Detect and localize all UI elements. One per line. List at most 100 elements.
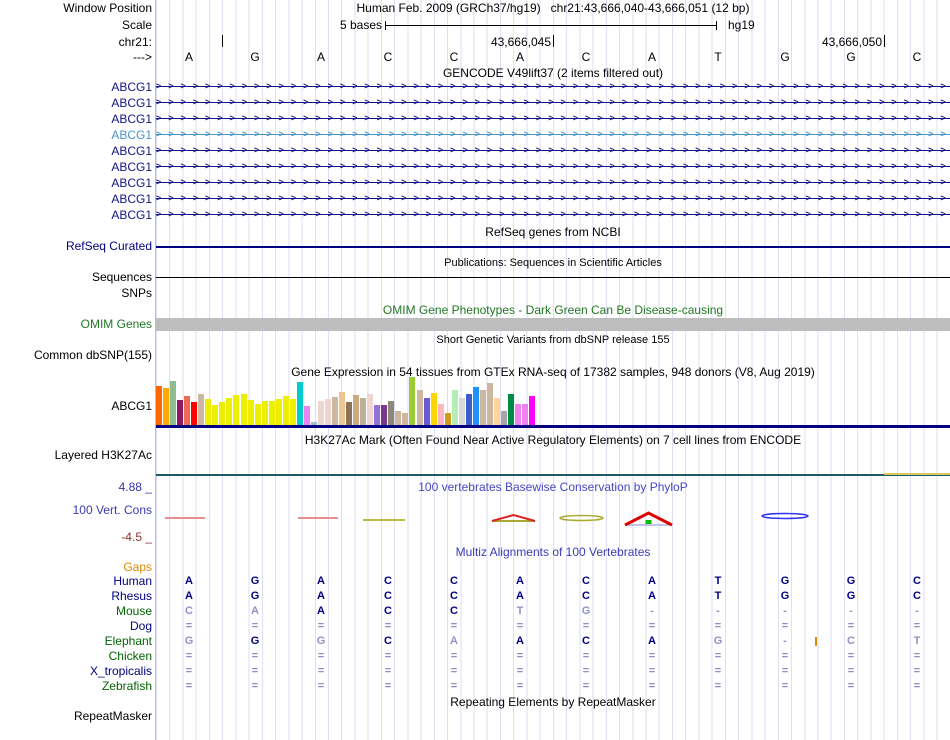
gtex-tissue-bar[interactable] xyxy=(275,399,282,425)
h3k27ac-track-title[interactable]: H3K27Ac Mark (Often Found Near Active Re… xyxy=(156,434,950,447)
gencode-gene-label[interactable]: ABCG1 xyxy=(111,113,152,126)
publications-line[interactable] xyxy=(156,277,950,278)
gtex-tissue-bar[interactable] xyxy=(402,413,409,425)
gencode-track-title[interactable]: GENCODE V49lift37 (2 items filtered out) xyxy=(156,67,950,80)
gtex-tissue-bar[interactable] xyxy=(479,390,486,425)
conservation-track-label[interactable]: 100 Vert. Cons xyxy=(73,504,152,517)
gencode-gene-label[interactable]: ABCG1 xyxy=(111,81,152,94)
gtex-tissue-bar[interactable] xyxy=(219,402,226,425)
gtex-tissue-bar[interactable] xyxy=(198,394,205,425)
gtex-tissue-bar[interactable] xyxy=(388,401,395,425)
gtex-tissue-bar[interactable] xyxy=(360,398,367,425)
gtex-tissue-bar[interactable] xyxy=(515,404,521,425)
snps-label[interactable]: SNPs xyxy=(121,287,152,300)
gtex-tissue-bar[interactable] xyxy=(458,398,465,425)
multiz-species-label[interactable]: Dog xyxy=(130,620,152,633)
gtex-tissue-bar[interactable] xyxy=(465,394,472,425)
layered-h3k27ac-label[interactable]: Layered H3K27Ac xyxy=(55,449,152,462)
refseq-gene-line[interactable] xyxy=(156,246,950,248)
gtex-tissue-bar[interactable] xyxy=(437,404,444,425)
gencode-gene-row[interactable]: >>>>>>>>>>>>>>>>>>>>>>>>>>>>>>>>>>>>>>>>… xyxy=(156,130,950,139)
multiz-species-label[interactable]: Chicken xyxy=(109,650,152,663)
gencode-gene-label[interactable]: ABCG1 xyxy=(111,193,152,206)
gtex-tissue-bar[interactable] xyxy=(346,402,353,425)
gencode-gene-row[interactable]: >>>>>>>>>>>>>>>>>>>>>>>>>>>>>>>>>>>>>>>>… xyxy=(156,98,950,107)
gencode-gene-row[interactable]: >>>>>>>>>>>>>>>>>>>>>>>>>>>>>>>>>>>>>>>>… xyxy=(156,146,950,155)
gtex-tissue-bar[interactable] xyxy=(156,386,162,425)
multiz-track-title[interactable]: Multiz Alignments of 100 Vertebrates xyxy=(156,546,950,559)
gtex-tissue-bar[interactable] xyxy=(423,398,430,425)
gtex-tissue-bar[interactable] xyxy=(416,390,423,425)
conservation-track-title[interactable]: 100 vertebrates Basewise Conservation by… xyxy=(156,481,950,494)
gencode-gene-label[interactable]: ABCG1 xyxy=(111,97,152,110)
repeatmasker-label[interactable]: RepeatMasker xyxy=(74,710,152,723)
gtex-tissue-bar[interactable] xyxy=(261,401,268,425)
gtex-tissue-bar[interactable] xyxy=(205,399,212,425)
publications-track-title[interactable]: Publications: Sequences in Scientific Ar… xyxy=(156,257,950,270)
gtex-tissue-bar[interactable] xyxy=(381,405,388,425)
multiz-species-label[interactable]: Mouse xyxy=(116,605,152,618)
multiz-species-label[interactable]: Elephant xyxy=(105,635,152,648)
gtex-tissue-bar[interactable] xyxy=(451,390,458,425)
gtex-tissue-bar[interactable] xyxy=(508,394,514,425)
gtex-tissue-bar[interactable] xyxy=(226,398,233,425)
gtex-tissue-bar[interactable] xyxy=(240,394,247,425)
gtex-tissue-bar[interactable] xyxy=(317,401,324,425)
gtex-tissue-bar[interactable] xyxy=(191,402,198,425)
gtex-tissue-bar[interactable] xyxy=(184,396,191,425)
gtex-tissue-bar[interactable] xyxy=(486,383,493,425)
gencode-gene-row[interactable]: >>>>>>>>>>>>>>>>>>>>>>>>>>>>>>>>>>>>>>>>… xyxy=(156,194,950,203)
gtex-tissue-bar[interactable] xyxy=(177,400,184,425)
repeatmasker-track-title[interactable]: Repeating Elements by RepeatMasker xyxy=(156,696,950,709)
gtex-gene-label[interactable]: ABCG1 xyxy=(111,400,152,413)
gtex-tissue-bar[interactable] xyxy=(374,405,381,425)
multiz-species-label[interactable]: Rhesus xyxy=(111,590,152,603)
multiz-species-label[interactable]: Human xyxy=(113,575,152,588)
gtex-tissue-bar[interactable] xyxy=(367,394,374,425)
gencode-gene-row[interactable]: >>>>>>>>>>>>>>>>>>>>>>>>>>>>>>>>>>>>>>>>… xyxy=(156,114,950,123)
gtex-tissue-bar[interactable] xyxy=(409,377,416,425)
gtex-tissue-bar[interactable] xyxy=(254,404,261,425)
gtex-tissue-bar[interactable] xyxy=(325,399,331,425)
gtex-tissue-bar[interactable] xyxy=(212,405,219,425)
dbsnp-track-title[interactable]: Short Genetic Variants from dbSNP releas… xyxy=(156,334,950,347)
gtex-tissue-bar[interactable] xyxy=(332,397,338,425)
gtex-tissue-bar[interactable] xyxy=(353,395,360,425)
gtex-tissue-bar[interactable] xyxy=(296,382,303,425)
gtex-tissue-bar[interactable] xyxy=(501,411,507,425)
gtex-tissue-bar[interactable] xyxy=(339,392,345,425)
gencode-gene-label[interactable]: ABCG1 xyxy=(111,161,152,174)
gencode-gene-row[interactable]: >>>>>>>>>>>>>>>>>>>>>>>>>>>>>>>>>>>>>>>>… xyxy=(156,82,950,91)
gencode-gene-label[interactable]: ABCG1 xyxy=(111,129,152,142)
omim-track-title[interactable]: OMIM Gene Phenotypes - Dark Green Can Be… xyxy=(156,304,950,317)
gtex-tissue-bar[interactable] xyxy=(163,388,169,425)
gtex-tissue-bar[interactable] xyxy=(233,395,240,425)
gtex-tissue-bar[interactable] xyxy=(303,406,310,425)
gtex-tissue-bar[interactable] xyxy=(395,411,402,425)
gencode-gene-row[interactable]: >>>>>>>>>>>>>>>>>>>>>>>>>>>>>>>>>>>>>>>>… xyxy=(156,162,950,171)
omim-gene-bar[interactable] xyxy=(156,318,950,331)
gencode-gene-label[interactable]: ABCG1 xyxy=(111,145,152,158)
gencode-gene-label[interactable]: ABCG1 xyxy=(111,209,152,222)
gtex-track-title[interactable]: Gene Expression in 54 tissues from GTEx … xyxy=(156,366,950,379)
gtex-tissue-bar[interactable] xyxy=(247,400,254,425)
gtex-tissue-bar[interactable] xyxy=(529,396,536,425)
gencode-gene-row[interactable]: >>>>>>>>>>>>>>>>>>>>>>>>>>>>>>>>>>>>>>>>… xyxy=(156,178,950,187)
refseq-track-title[interactable]: RefSeq genes from NCBI xyxy=(156,226,950,239)
gtex-tissue-bar[interactable] xyxy=(493,398,500,425)
multiz-species-label[interactable]: Zebrafish xyxy=(102,680,152,693)
gencode-gene-label[interactable]: ABCG1 xyxy=(111,177,152,190)
sequences-label[interactable]: Sequences xyxy=(92,271,152,284)
common-dbsnp-label[interactable]: Common dbSNP(155) xyxy=(34,349,152,362)
refseq-curated-label[interactable]: RefSeq Curated xyxy=(66,240,152,253)
gtex-tissue-bar[interactable] xyxy=(430,393,437,425)
gtex-tissue-bar[interactable] xyxy=(522,404,529,425)
multiz-gaps-label[interactable]: Gaps xyxy=(123,561,152,574)
gencode-gene-row[interactable]: >>>>>>>>>>>>>>>>>>>>>>>>>>>>>>>>>>>>>>>>… xyxy=(156,210,950,219)
gtex-tissue-bar[interactable] xyxy=(444,413,451,425)
gtex-tissue-bar[interactable] xyxy=(472,387,479,425)
gtex-tissue-bar[interactable] xyxy=(282,396,289,425)
multiz-species-label[interactable]: X_tropicalis xyxy=(90,665,152,678)
gtex-tissue-bar[interactable] xyxy=(170,381,177,425)
gtex-tissue-bar[interactable] xyxy=(289,399,296,425)
